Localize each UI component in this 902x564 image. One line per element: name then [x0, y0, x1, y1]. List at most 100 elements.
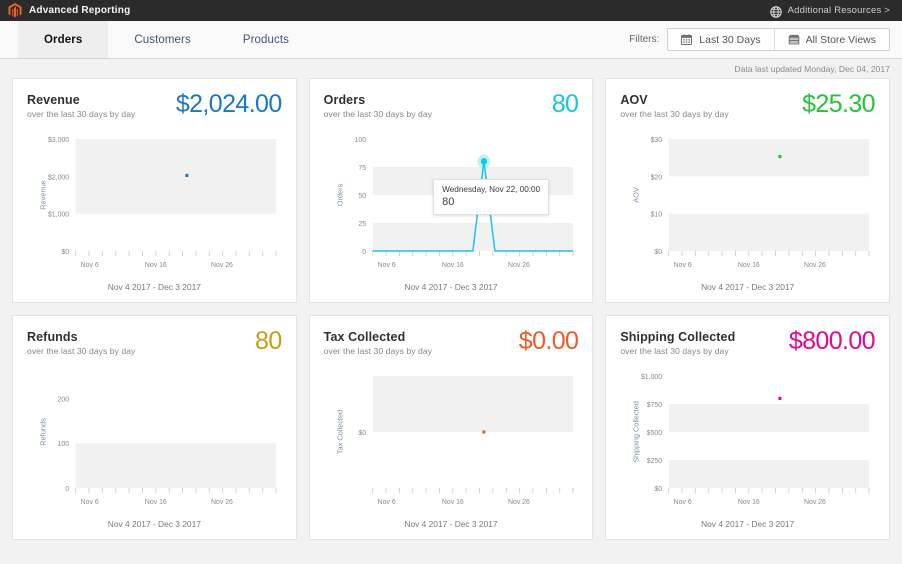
globe-icon [769, 5, 782, 18]
svg-text:$10: $10 [651, 211, 663, 219]
svg-text:Nov 16: Nov 16 [145, 498, 167, 506]
svg-text:Nov 6: Nov 6 [377, 261, 395, 269]
svg-text:$20: $20 [651, 174, 663, 182]
svg-text:$2,000: $2,000 [48, 174, 69, 182]
svg-text:$500: $500 [647, 429, 662, 437]
card-title: AOV [620, 93, 648, 107]
kpi-card-grid: Revenue over the last 30 days by day $2,02… [0, 78, 902, 540]
svg-text:100: 100 [354, 136, 366, 144]
svg-text:$250: $250 [647, 457, 662, 465]
svg-text:Refunds: Refunds [40, 418, 48, 446]
svg-text:Nov 6: Nov 6 [81, 498, 99, 506]
svg-text:Nov 16: Nov 16 [738, 498, 760, 506]
date-range-filter-button[interactable]: Last 30 Days [668, 29, 774, 50]
svg-text:$0: $0 [655, 248, 663, 256]
svg-text:$1,000: $1,000 [641, 373, 662, 381]
svg-text:Orders: Orders [337, 184, 345, 207]
svg-text:Shipping Collected: Shipping Collected [633, 402, 641, 464]
svg-text:$0: $0 [655, 485, 663, 493]
tab-list: Orders Customers Products [0, 21, 315, 58]
card-title-block: Revenue over the last 30 days by day [27, 92, 135, 119]
svg-text:Nov 6: Nov 6 [81, 261, 99, 269]
calendar-icon [681, 34, 693, 45]
svg-text:Nov 6: Nov 6 [674, 498, 692, 506]
card-title-block: Refunds over the last 30 days by day [27, 329, 135, 356]
card-title-block: Orders over the last 30 days by day [324, 92, 432, 119]
chart-tax[interactable]: $0 Tax Collected Nov 6 Nov 16 Nov 26 [324, 368, 579, 518]
svg-text:Nov 16: Nov 16 [442, 261, 464, 269]
card-value: 80 [255, 327, 282, 355]
svg-text:Nov 26: Nov 26 [508, 498, 530, 506]
additional-resources-link[interactable]: Additional Resources > [769, 5, 894, 18]
filter-button-group: Last 30 Days All Store Views [667, 28, 890, 51]
card-header: Shipping Collected over the last 30 days … [620, 327, 876, 357]
card-value: $800.00 [788, 327, 876, 355]
magento-logo-icon [8, 3, 22, 18]
card-value: 80 [551, 90, 579, 118]
card-header: Tax Collected over the last 30 days by da… [323, 327, 579, 357]
card-subtitle: over the last 30 days by day [620, 109, 729, 120]
tab-products[interactable]: Products [217, 21, 315, 58]
svg-text:100: 100 [58, 440, 70, 448]
app-title: Advanced Reporting [29, 5, 131, 16]
card-subtitle: over the last 30 days by day [323, 109, 433, 120]
svg-text:200: 200 [58, 396, 70, 404]
chart-date-range-label: Nov 4 2017 - Dec 3 2017 [701, 519, 795, 530]
tab-customers[interactable]: Customers [108, 21, 217, 58]
svg-text:Nov 26: Nov 26 [508, 261, 530, 269]
card-value: $0.00 [518, 327, 579, 355]
kpi-card-orders: Orders over the last 30 days by day 80 100 7… [308, 78, 594, 303]
tab-orders-label: Orders [44, 33, 83, 46]
svg-text:Nov 26: Nov 26 [211, 498, 233, 506]
chart-date-range-label: Nov 4 2017 - Dec 3 2017 [107, 282, 201, 293]
chart-shipping[interactable]: $1,000 $750 $500 $250 $0 Shipping Collected No… [620, 368, 875, 518]
svg-text:Nov 26: Nov 26 [804, 498, 826, 506]
card-title-block: AOV over the last 30 days by day [620, 92, 728, 119]
chart-date-range-label: Nov 4 2017 - Dec 3 2017 [404, 282, 498, 293]
svg-text:Nov 6: Nov 6 [674, 261, 692, 269]
card-title: Refunds [27, 330, 78, 344]
tab-orders[interactable]: Orders [18, 21, 109, 58]
kpi-card-revenue: Revenue over the last 30 days by day $2,02… [12, 78, 297, 303]
card-header: Revenue over the last 30 days by day $2,02… [27, 90, 282, 120]
additional-resources-label: Additional Resources > [787, 5, 890, 16]
svg-text:Nov 26: Nov 26 [211, 261, 233, 269]
svg-text:$750: $750 [647, 401, 662, 409]
svg-text:Revenue: Revenue [40, 181, 48, 211]
card-title-block: Shipping Collected over the last 30 days … [620, 329, 735, 356]
chart-aov[interactable]: $30 $20 $10 $0 AOV Nov 6 Nov 16 Nov 26 [620, 131, 875, 281]
svg-text:Nov 16: Nov 16 [738, 261, 760, 269]
card-title: Orders [323, 93, 366, 107]
svg-text:Tax Collected: Tax Collected [337, 410, 345, 454]
tab-bar: Orders Customers Products Filters: Last … [0, 21, 902, 59]
store-view-filter-label: All Store Views [805, 33, 876, 46]
card-subtitle: over the last 30 days by day [323, 346, 433, 357]
kpi-card-refunds: Refunds over the last 30 days by day 80 200… [12, 315, 297, 540]
tab-products-label: Products [242, 33, 289, 46]
chart-refunds[interactable]: 200 100 0 Refunds Nov 6 Nov 16 Nov 26 [27, 368, 282, 518]
card-header: AOV over the last 30 days by day $25.30 [620, 90, 875, 120]
chart-revenue[interactable]: $3,000 $2,000 $1,000 $0 Revenue Nov 6 Nov 16 No… [27, 131, 282, 281]
svg-text:75: 75 [358, 164, 366, 172]
svg-text:50: 50 [358, 192, 366, 200]
store-view-filter-button[interactable]: All Store Views [773, 29, 889, 50]
card-title: Shipping Collected [620, 330, 736, 344]
card-title: Revenue [27, 93, 80, 107]
filters-label: Filters: [629, 34, 660, 45]
kpi-card-shipping: Shipping Collected over the last 30 days … [605, 315, 890, 540]
svg-text:0: 0 [362, 248, 366, 256]
kpi-card-aov: AOV over the last 30 days by day $25.30 $30… [605, 78, 890, 303]
top-bar: Advanced Reporting Additional Resources … [0, 0, 902, 21]
chart-orders[interactable]: 100 75 50 25 0 Orders Nov 6 Nov 16 Nov 26 Wednesd… [324, 131, 579, 281]
brand: Advanced Reporting [8, 3, 130, 18]
card-value: $25.30 [802, 90, 875, 118]
svg-text:Nov 26: Nov 26 [804, 261, 826, 269]
svg-text:Nov 16: Nov 16 [442, 498, 464, 506]
chart-date-range-label: Nov 4 2017 - Dec 3 2017 [404, 519, 498, 530]
svg-text:AOV: AOV [633, 187, 641, 203]
last-updated-row: Data last updated Monday, Dec 04, 2017 [0, 59, 902, 78]
date-range-filter-label: Last 30 Days [699, 33, 761, 46]
card-value: $2,024.00 [175, 90, 282, 118]
svg-text:25: 25 [358, 220, 366, 228]
svg-text:Nov 16: Nov 16 [145, 261, 167, 269]
